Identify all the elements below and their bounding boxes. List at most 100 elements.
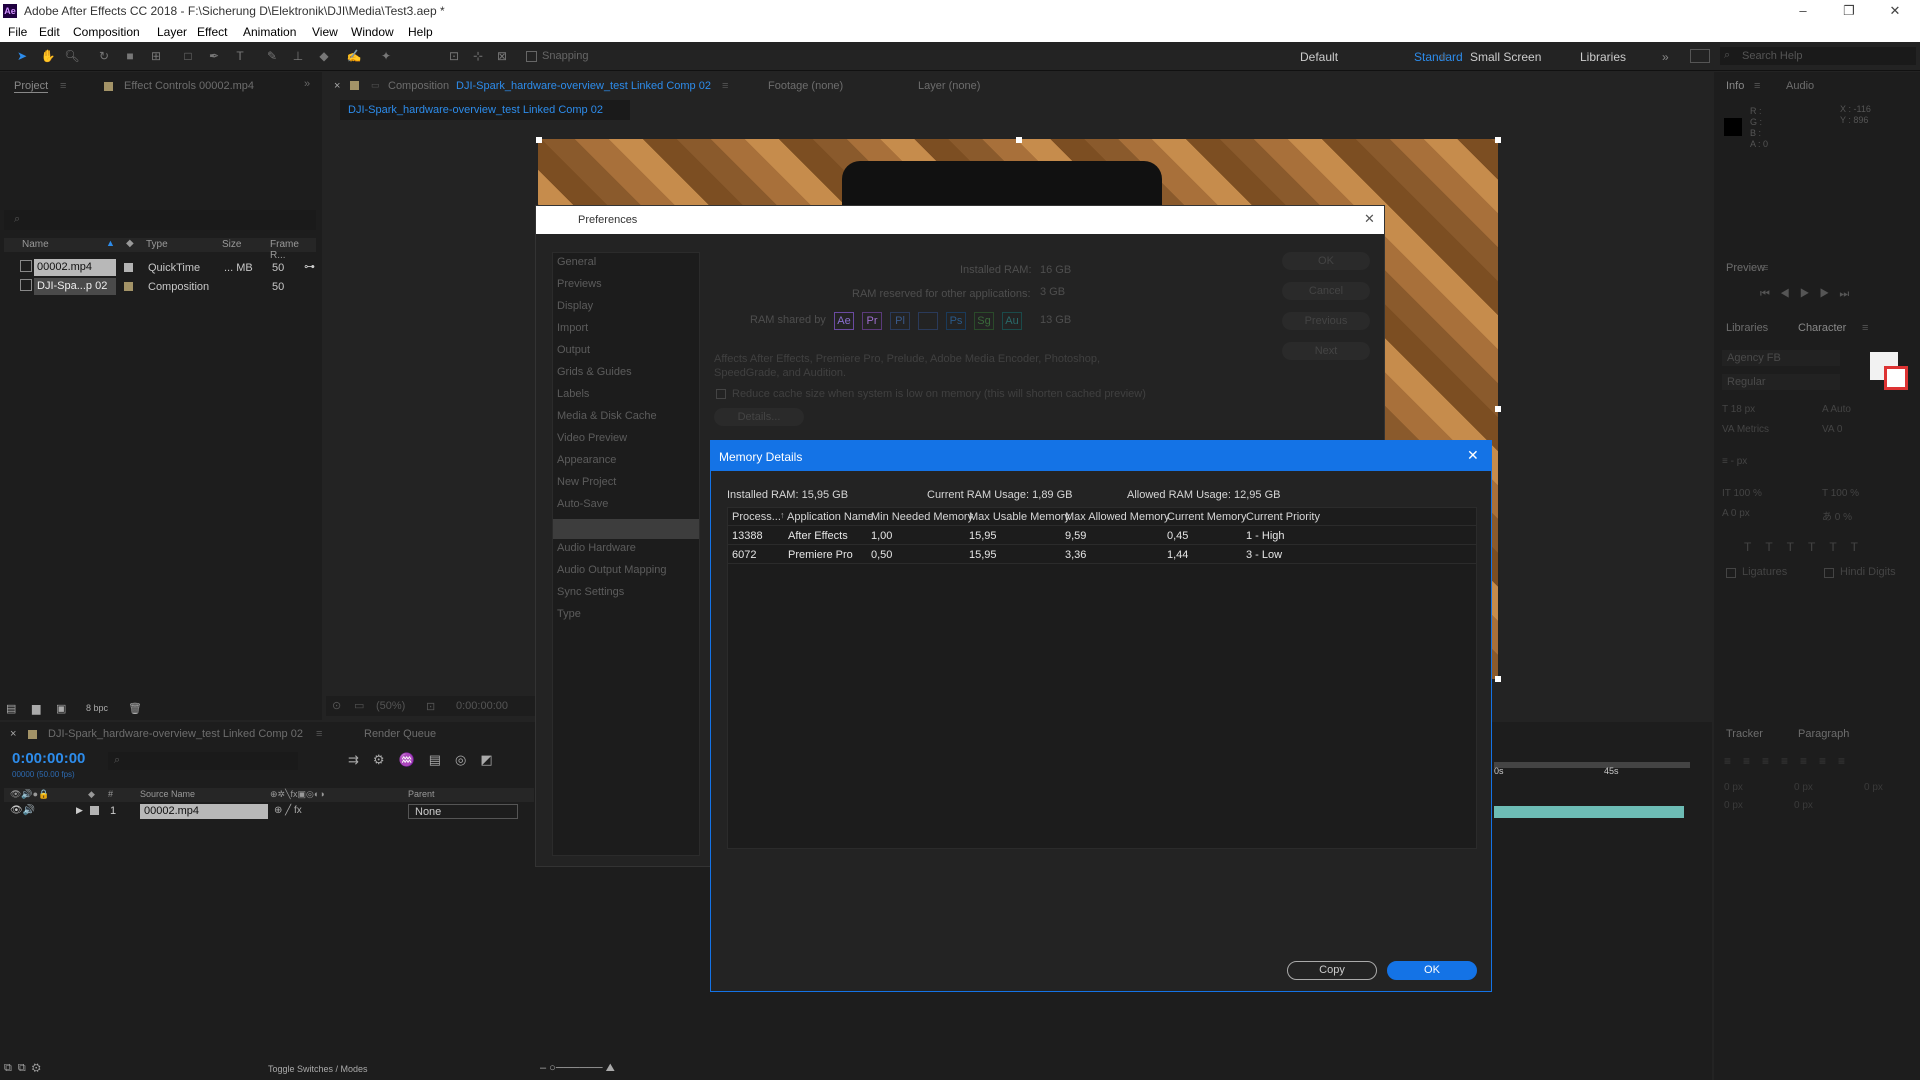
axis-world-icon[interactable]: ⊹ <box>470 49 486 63</box>
tab-layer[interactable]: Layer (none) <box>918 80 980 92</box>
timeline-footer-icons[interactable]: ⧉⧉⚙ <box>4 1062 47 1075</box>
category-type[interactable]: Type <box>557 608 581 620</box>
category-import[interactable]: Import <box>557 322 588 334</box>
transform-handle[interactable] <box>536 137 542 143</box>
category-media-disk-cache[interactable]: Media & Disk Cache <box>557 410 657 422</box>
transform-handle[interactable] <box>1495 137 1501 143</box>
column-max-allowed[interactable]: Max Allowed Memory <box>1065 511 1170 523</box>
column-application-name[interactable]: Application Name <box>787 511 873 523</box>
kerning-field[interactable]: VA Metrics <box>1722 424 1769 435</box>
breadcrumb-comp[interactable]: DJI-Spark_hardware-overview_test Linked … <box>348 104 603 116</box>
indent-right-field[interactable]: 0 px <box>1794 782 1813 793</box>
menu-composition[interactable]: Composition <box>73 25 140 39</box>
previous-button[interactable]: Previous <box>1282 312 1370 330</box>
category-audio-output-mapping[interactable]: Audio Output Mapping <box>557 564 666 576</box>
table-row[interactable]: 👁︎🔊 ▶ 1 00002.mp4 ⊕ ╱ fx None <box>4 804 534 820</box>
tsume-field[interactable]: あ 0 % <box>1822 508 1852 523</box>
column-source-name[interactable]: Source Name <box>140 789 195 799</box>
category-labels[interactable]: Labels <box>557 388 589 400</box>
column-parent[interactable]: Parent <box>408 789 435 799</box>
category-previews[interactable]: Previews <box>557 278 602 290</box>
horizontal-scale-field[interactable]: T 100 % <box>1822 488 1859 499</box>
font-size-field[interactable]: T 18 px <box>1722 404 1755 415</box>
column-process[interactable]: Process... <box>732 511 781 523</box>
stroke-color-swatch[interactable] <box>1884 366 1908 390</box>
transform-handle[interactable] <box>1495 676 1501 682</box>
tab-footage[interactable]: Footage (none) <box>768 80 843 92</box>
preview-transport-controls[interactable]: ⏮◀▶▶⏭ <box>1760 288 1859 301</box>
panel-menu-icon[interactable]: ≡ <box>316 728 322 740</box>
list-item[interactable]: 00002.mp4 QuickTime ... MB 50 ⊶ <box>0 258 320 277</box>
close-icon[interactable]: ✕ <box>1467 447 1479 464</box>
close-icon[interactable]: ✕ <box>1364 211 1375 227</box>
space-before-field[interactable]: 0 px <box>1724 800 1743 811</box>
vertical-scale-field[interactable]: IT 100 % <box>1722 488 1762 499</box>
menu-view[interactable]: View <box>312 25 338 39</box>
menu-window[interactable]: Window <box>351 25 394 39</box>
minimize-icon[interactable]: – <box>1780 0 1826 22</box>
panel-menu-icon[interactable]: ≡ <box>1762 262 1768 274</box>
workspace-standard[interactable]: Standard <box>1414 50 1463 64</box>
ok-button[interactable]: OK <box>1282 252 1370 270</box>
work-area-bar[interactable] <box>1494 762 1690 768</box>
reserved-ram-input[interactable]: 3 GB <box>1040 286 1086 302</box>
menu-effect[interactable]: Effect <box>197 25 227 39</box>
tab-timeline[interactable]: DJI-Spark_hardware-overview_test Linked … <box>48 728 303 740</box>
timeline-search-input[interactable]: ⌕ <box>108 752 298 770</box>
details-button[interactable]: Details... <box>714 408 804 426</box>
zoom-tool-icon[interactable]: 🔍︎ <box>64 49 80 63</box>
project-search-input[interactable]: ⌕ <box>4 210 316 230</box>
magnification-icon[interactable]: ⊙ <box>332 699 341 712</box>
transform-handle[interactable] <box>1016 137 1022 143</box>
tab-info[interactable]: Info <box>1726 80 1744 92</box>
layer-name[interactable]: 00002.mp4 <box>140 804 268 819</box>
zoom-select[interactable]: (50%) <box>376 700 405 712</box>
cancel-button[interactable]: Cancel <box>1282 282 1370 300</box>
pen-tool-icon[interactable]: ✒ <box>206 49 222 63</box>
maximize-icon[interactable]: ❐ <box>1826 0 1872 22</box>
camera-tool-icon[interactable]: ■ <box>122 49 138 63</box>
expand-icon[interactable]: ▶ <box>76 805 83 816</box>
text-style-buttons[interactable]: TTTTTT <box>1744 540 1872 554</box>
clone-stamp-tool-icon[interactable]: ⊥ <box>290 49 306 63</box>
category-new-project[interactable]: New Project <box>557 476 616 488</box>
panel-menu-icon[interactable]: ≡ <box>60 80 66 92</box>
zoom-slider[interactable]: – ○────── ⛰ <box>540 1062 615 1075</box>
rotate-tool-icon[interactable]: ↻ <box>96 49 112 63</box>
category-video-preview[interactable]: Video Preview <box>557 432 627 444</box>
rectangle-tool-icon[interactable]: □ <box>180 49 196 63</box>
column-current-priority[interactable]: Current Priority <box>1246 511 1320 523</box>
timecode-display[interactable]: 0:00:00:00 <box>12 750 85 767</box>
menu-layer[interactable]: Layer <box>157 25 187 39</box>
interpret-footage-icon[interactable]: ▤ <box>6 702 16 715</box>
tracking-field[interactable]: VA 0 <box>1822 424 1842 435</box>
menu-animation[interactable]: Animation <box>243 25 296 39</box>
ok-button[interactable]: OK <box>1387 961 1477 980</box>
column-size[interactable]: Size <box>222 239 241 250</box>
visibility-icon[interactable]: 👁︎🔊 <box>10 805 35 816</box>
tab-character[interactable]: Character <box>1798 322 1846 334</box>
snapping-checkbox[interactable] <box>526 51 537 62</box>
category-grids-guides[interactable]: Grids & Guides <box>557 366 632 378</box>
lock-icon[interactable]: ▭ <box>371 80 380 91</box>
paragraph-align-buttons[interactable]: ≡≡≡≡≡≡≡ <box>1724 754 1857 768</box>
selection-tool-icon[interactable]: ➤ <box>14 49 30 63</box>
layer-switch-icons[interactable]: ⊕ ╱ fx <box>274 805 302 816</box>
tab-preview[interactable]: Preview <box>1726 262 1765 274</box>
tab-audio[interactable]: Audio <box>1786 80 1814 92</box>
leading-field[interactable]: A Auto <box>1822 404 1851 415</box>
category-display[interactable]: Display <box>557 300 593 312</box>
baseline-shift-field[interactable]: A 0 px <box>1722 508 1750 519</box>
pan-behind-tool-icon[interactable]: ⊞ <box>148 49 164 63</box>
close-icon[interactable]: ✕ <box>1872 0 1918 22</box>
tab-tracker[interactable]: Tracker <box>1726 728 1763 740</box>
category-sync-settings[interactable]: Sync Settings <box>557 586 624 598</box>
column-type[interactable]: Type <box>146 239 168 250</box>
parent-select[interactable]: None <box>408 804 518 819</box>
new-folder-icon[interactable]: ▆ <box>32 702 40 715</box>
menu-help[interactable]: Help <box>408 25 433 39</box>
panel-menu-icon[interactable]: ≡ <box>1862 322 1868 334</box>
next-button[interactable]: Next <box>1282 342 1370 360</box>
hand-tool-icon[interactable]: ✋ <box>40 49 56 63</box>
list-item[interactable]: DJI-Spa...p 02 Composition 50 <box>0 277 320 296</box>
